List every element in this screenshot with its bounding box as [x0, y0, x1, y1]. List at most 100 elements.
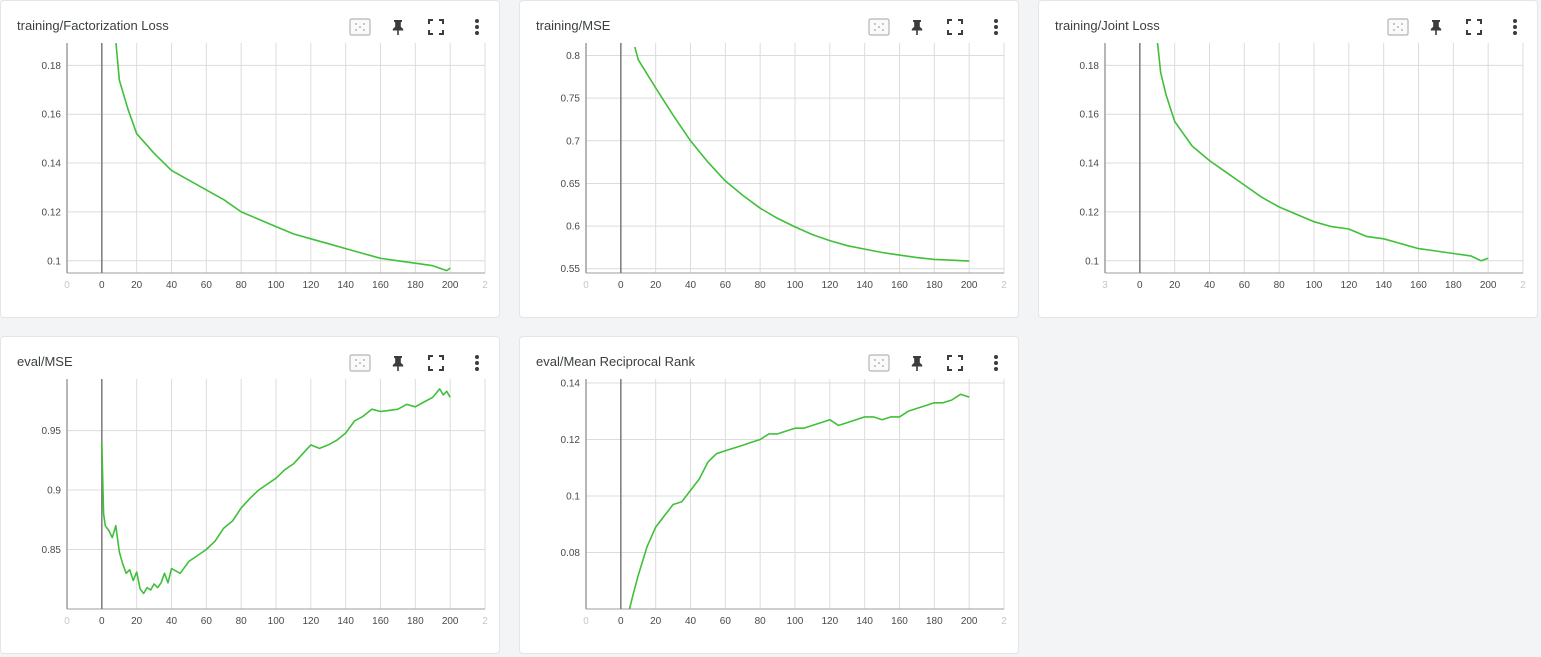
x-tick-label: 20	[1169, 280, 1181, 291]
x-tick-label: 100	[1306, 280, 1323, 291]
chart-plot[interactable]: 0 0 20 40 60 80 100 120 140 160 180 200 2 0.08 0.1 0.12…	[520, 377, 1020, 634]
x-tick-label: 20	[131, 616, 143, 627]
card-title: eval/MSE	[17, 354, 73, 369]
x-tick-label: 40	[166, 280, 178, 291]
y-tick-label: 0.14	[1080, 159, 1100, 170]
log-scale-toggle-button[interactable]	[1386, 15, 1410, 39]
x-tick-label: 40	[685, 616, 697, 627]
log-scale-toggle-button[interactable]	[867, 351, 891, 375]
x-tick-label: 100	[268, 280, 285, 291]
more-vert-button[interactable]	[465, 351, 489, 375]
x-tick-label: 120	[1340, 280, 1357, 291]
y-tick-label: 0.75	[561, 94, 581, 105]
more-vert-button[interactable]	[984, 15, 1008, 39]
x-tick-label: 100	[268, 616, 285, 627]
chart-card-training-factorization-loss: training/Factorization Loss 0 0 20 40 60 80 10…	[0, 0, 500, 318]
x-tick-label: 2	[482, 616, 488, 627]
x-tick-label: 200	[442, 280, 459, 291]
card-title: eval/Mean Reciprocal Rank	[536, 354, 695, 369]
x-tick-label: 0	[99, 280, 105, 291]
x-tick-label: 80	[755, 616, 767, 627]
y-tick-label: 0.55	[561, 264, 581, 275]
x-tick-label: 60	[201, 280, 213, 291]
x-tick-label: 120	[302, 616, 319, 627]
log-scale-toggle-icon	[868, 18, 890, 36]
x-tick-label: 160	[372, 280, 389, 291]
more-vert-icon	[474, 354, 480, 372]
chart-plot[interactable]: 0 0 20 40 60 80 100 120 140 160 180 200 2 0.55 0.6 0.65…	[520, 41, 1020, 298]
fullscreen-button[interactable]	[1462, 15, 1486, 39]
x-tick-label: 0	[583, 616, 589, 627]
pin-button[interactable]	[905, 15, 929, 39]
pin-button[interactable]	[1424, 15, 1448, 39]
x-tick-label: 2	[1001, 616, 1007, 627]
card-title: training/Factorization Loss	[17, 18, 169, 33]
x-tick-label: 200	[961, 616, 978, 627]
card-toolbar	[339, 15, 489, 39]
more-vert-button[interactable]	[465, 15, 489, 39]
fullscreen-button[interactable]	[943, 351, 967, 375]
fullscreen-button[interactable]	[943, 15, 967, 39]
line-chart: 0 0 20 40 60 80 100 120 140 160 180 200 2 0.85 0.9 0.95	[42, 379, 488, 627]
line-chart: 3 0 20 40 60 80 100 120 140 160 180 200 2 0.1 0.12 0.14…	[1080, 43, 1526, 291]
log-scale-toggle-button[interactable]	[348, 15, 372, 39]
chart-card-eval-mse: eval/MSE 0 0 20 40 60 80 100 120 140 160 180 200 2 0.…	[0, 336, 500, 654]
card-toolbar	[858, 15, 1008, 39]
x-tick-label: 0	[618, 616, 624, 627]
x-tick-label: 2	[1520, 280, 1526, 291]
fullscreen-icon	[947, 19, 963, 35]
x-tick-label: 120	[821, 616, 838, 627]
x-tick-label: 60	[201, 616, 213, 627]
chart-plot[interactable]: 0 0 20 40 60 80 100 120 140 160 180 200 2 0.1 0.12 0.14…	[1, 41, 501, 298]
x-tick-label: 180	[926, 616, 943, 627]
series-line	[634, 46, 970, 262]
x-tick-label: 180	[926, 280, 943, 291]
y-tick-label: 0.65	[561, 179, 581, 190]
pin-icon	[1429, 19, 1443, 35]
chart-card-training-joint-loss: training/Joint Loss 3 0 20 40 60 80 100 120 140 1…	[1038, 0, 1538, 318]
pin-button[interactable]	[386, 15, 410, 39]
pin-button[interactable]	[386, 351, 410, 375]
x-tick-label: 160	[891, 280, 908, 291]
x-tick-label: 0	[1137, 280, 1143, 291]
y-tick-label: 0.16	[1080, 110, 1100, 121]
log-scale-toggle-icon	[1387, 18, 1409, 36]
x-tick-label: 180	[407, 616, 424, 627]
x-tick-label: 80	[1274, 280, 1286, 291]
chart-card-eval-mean-reciprocal-rank: eval/Mean Reciprocal Rank 0 0 20 40 60 80 100 1…	[519, 336, 1019, 654]
x-tick-label: 100	[787, 280, 804, 291]
card-toolbar	[858, 351, 1008, 375]
fullscreen-button[interactable]	[424, 351, 448, 375]
chart-plot[interactable]: 0 0 20 40 60 80 100 120 140 160 180 200 2 0.85 0.9 0.95	[1, 377, 501, 634]
fullscreen-button[interactable]	[424, 15, 448, 39]
y-tick-label: 0.6	[566, 222, 580, 233]
x-tick-label: 60	[1239, 280, 1251, 291]
x-tick-label: 60	[720, 280, 732, 291]
x-tick-label: 20	[131, 280, 143, 291]
log-scale-toggle-icon	[868, 354, 890, 372]
card-title: training/MSE	[536, 18, 611, 33]
pin-button[interactable]	[905, 351, 929, 375]
series-line	[115, 43, 451, 272]
x-tick-label: 120	[302, 280, 319, 291]
more-vert-button[interactable]	[984, 351, 1008, 375]
y-tick-label: 0.95	[42, 426, 62, 437]
card-toolbar	[1377, 15, 1527, 39]
log-scale-toggle-button[interactable]	[867, 15, 891, 39]
log-scale-toggle-icon	[349, 354, 371, 372]
x-tick-label: 40	[1204, 280, 1216, 291]
more-vert-button[interactable]	[1503, 15, 1527, 39]
pin-icon	[910, 19, 924, 35]
chart-plot[interactable]: 3 0 20 40 60 80 100 120 140 160 180 200 2 0.1 0.12 0.14…	[1039, 41, 1539, 298]
fullscreen-icon	[428, 19, 444, 35]
y-tick-label: 0.14	[561, 379, 581, 390]
x-tick-label: 140	[337, 616, 354, 627]
log-scale-toggle-button[interactable]	[348, 351, 372, 375]
log-scale-toggle-icon	[349, 18, 371, 36]
x-tick-label: 0	[64, 616, 70, 627]
x-tick-label: 160	[1410, 280, 1427, 291]
y-tick-label: 0.08	[561, 548, 581, 559]
y-tick-label: 0.8	[566, 51, 580, 62]
x-tick-label: 180	[407, 280, 424, 291]
x-tick-label: 160	[372, 616, 389, 627]
